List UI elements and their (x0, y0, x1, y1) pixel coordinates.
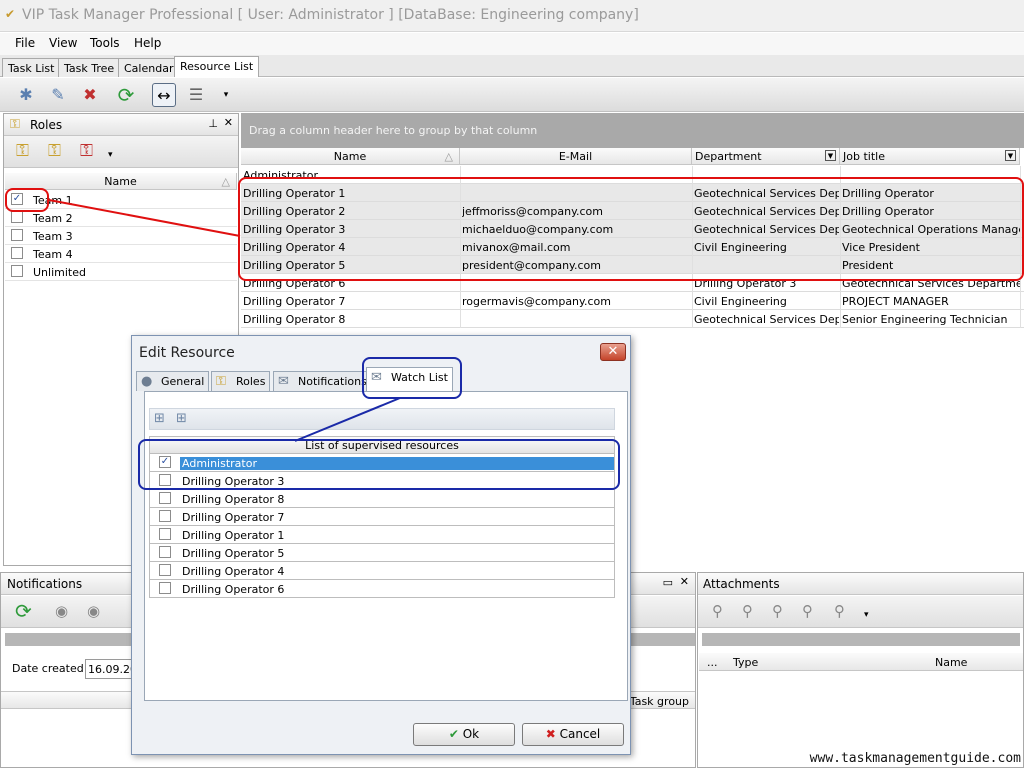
annotation-highlight-watch-list-items (138, 439, 620, 490)
annotation-connectors (48, 199, 401, 442)
annotation-highlight-watch-list-tab (362, 357, 462, 399)
watermark: www.taskmanagementguide.com (809, 751, 1021, 766)
annotation-connector-blue (294, 397, 401, 442)
annotation-connector-red (48, 199, 241, 237)
